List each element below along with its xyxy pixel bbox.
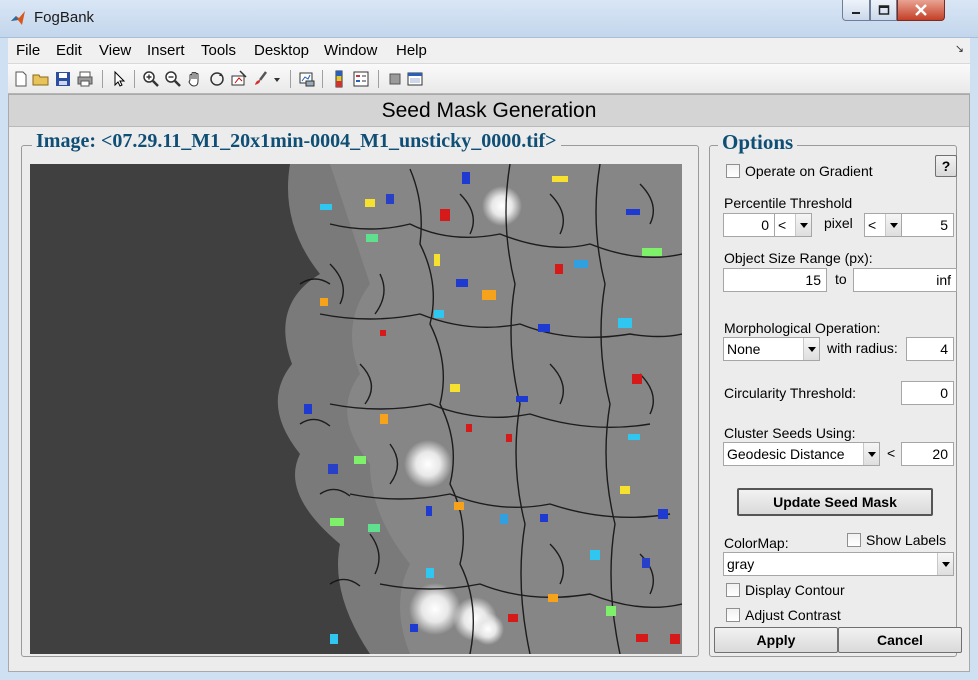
menu-edit[interactable]: Edit — [56, 42, 82, 59]
menu-window[interactable]: Window — [324, 42, 377, 59]
main-content: Seed Mask Generation Image: <07.29.11_M1… — [8, 94, 970, 672]
show-plot-tools-icon[interactable] — [406, 70, 424, 88]
cell-image-render — [30, 164, 682, 654]
title-bar: FogBank — [0, 0, 978, 38]
toolbar — [8, 64, 970, 94]
toolbar-separator — [290, 70, 291, 88]
segmentation-image[interactable] — [30, 164, 682, 654]
cluster-method-select[interactable]: Geodesic Distance — [723, 442, 880, 466]
operate-on-gradient-checkbox[interactable] — [726, 164, 740, 178]
menu-bar: File Edit View Insert Tools Desktop Wind… — [8, 38, 970, 64]
colormap-value: gray — [727, 556, 755, 572]
image-panel-title: Image: <07.29.11_M1_20x1min-0004_M1_unst… — [32, 130, 561, 153]
close-icon — [915, 4, 927, 16]
menu-desktop[interactable]: Desktop — [254, 42, 309, 59]
data-cursor-icon[interactable] — [230, 70, 248, 88]
circularity-threshold-label: Circularity Threshold: — [724, 385, 857, 401]
brush-dropdown-icon[interactable] — [272, 70, 282, 88]
toolbar-separator — [322, 70, 323, 88]
display-contour-checkbox[interactable] — [726, 583, 740, 597]
percentile-low-input[interactable]: 0 — [723, 213, 775, 237]
cluster-distance-input[interactable]: 20 — [901, 442, 954, 466]
toolbar-separator — [378, 70, 379, 88]
cluster-seeds-label: Cluster Seeds Using: — [724, 425, 856, 441]
menu-view[interactable]: View — [99, 42, 131, 59]
show-labels-label: Show Labels — [866, 532, 947, 548]
pixel-label: pixel — [824, 215, 853, 231]
rotate-3d-icon[interactable] — [208, 70, 226, 88]
page-title: Seed Mask Generation — [9, 95, 969, 127]
help-button[interactable]: ? — [935, 155, 957, 177]
menu-file[interactable]: File — [16, 42, 40, 59]
morphological-operation-select[interactable]: None — [723, 337, 820, 361]
radius-input[interactable]: 4 — [906, 337, 954, 361]
object-size-to-label: to — [835, 271, 847, 287]
menu-tools[interactable]: Tools — [201, 42, 236, 59]
object-size-min-input[interactable]: 15 — [723, 268, 827, 292]
matlab-icon — [11, 11, 25, 25]
image-panel: Image: <07.29.11_M1_20x1min-0004_M1_unst… — [21, 130, 699, 657]
object-size-label: Object Size Range (px): — [724, 250, 873, 266]
menu-dock-arrow-icon[interactable]: ↘ — [955, 42, 964, 55]
cluster-operator-label: < — [887, 445, 896, 461]
pointer-icon[interactable] — [110, 70, 128, 88]
maximize-button[interactable] — [870, 0, 897, 21]
chevron-down-icon — [795, 214, 811, 236]
percentile-high-input[interactable]: 5 — [901, 213, 954, 237]
adjust-contrast-label: Adjust Contrast — [745, 607, 841, 623]
cluster-method-value: Geodesic Distance — [727, 446, 845, 462]
colormap-label: ColorMap: — [724, 535, 789, 551]
toolbar-separator — [102, 70, 103, 88]
morphological-operation-value: None — [727, 341, 761, 357]
options-title: Options — [718, 130, 798, 155]
apply-button[interactable]: Apply — [714, 627, 838, 653]
percentile-high-operator-select[interactable]: < — [864, 213, 902, 237]
circularity-threshold-input[interactable]: 0 — [901, 381, 954, 405]
chevron-down-icon — [863, 443, 879, 465]
percentile-threshold-label: Percentile Threshold — [724, 195, 853, 211]
open-file-icon[interactable] — [32, 70, 50, 88]
minimize-icon — [852, 12, 860, 14]
brush-icon[interactable] — [252, 70, 270, 88]
pan-icon[interactable] — [186, 70, 204, 88]
window-title: FogBank — [34, 9, 95, 26]
chevron-down-icon — [885, 214, 901, 236]
close-button[interactable] — [897, 0, 945, 21]
morphological-operation-label: Morphological Operation: — [724, 320, 881, 336]
hide-plot-tools-icon[interactable] — [386, 70, 404, 88]
display-contour-label: Display Contour — [745, 582, 845, 598]
zoom-in-icon[interactable] — [142, 70, 160, 88]
maximize-icon — [878, 5, 889, 15]
percentile-low-operator-select[interactable]: < — [774, 213, 812, 237]
update-seed-mask-button[interactable]: Update Seed Mask — [737, 488, 933, 516]
menu-help[interactable]: Help — [396, 42, 427, 59]
minimize-button[interactable] — [842, 0, 870, 21]
object-size-max-input[interactable]: inf — [853, 268, 957, 292]
colorbar-icon[interactable] — [330, 70, 348, 88]
link-plot-icon[interactable] — [298, 70, 316, 88]
colormap-select[interactable]: gray — [723, 552, 954, 576]
menu-insert[interactable]: Insert — [147, 42, 185, 59]
adjust-contrast-checkbox[interactable] — [726, 608, 740, 622]
chevron-down-icon — [937, 553, 953, 575]
chevron-down-icon — [803, 338, 819, 360]
save-icon[interactable] — [54, 70, 72, 88]
legend-icon[interactable] — [352, 70, 370, 88]
radius-label: with radius: — [827, 340, 898, 356]
toolbar-separator — [134, 70, 135, 88]
show-labels-checkbox[interactable] — [847, 533, 861, 547]
options-panel: Options Operate on Gradient ? Percentile… — [709, 130, 962, 657]
print-icon[interactable] — [76, 70, 94, 88]
cancel-button[interactable]: Cancel — [838, 627, 962, 653]
new-figure-icon[interactable] — [12, 70, 30, 88]
percentile-high-operator-value: < — [868, 217, 877, 233]
zoom-out-icon[interactable] — [164, 70, 182, 88]
percentile-low-operator-value: < — [778, 217, 787, 233]
operate-on-gradient-label: Operate on Gradient — [745, 163, 873, 179]
